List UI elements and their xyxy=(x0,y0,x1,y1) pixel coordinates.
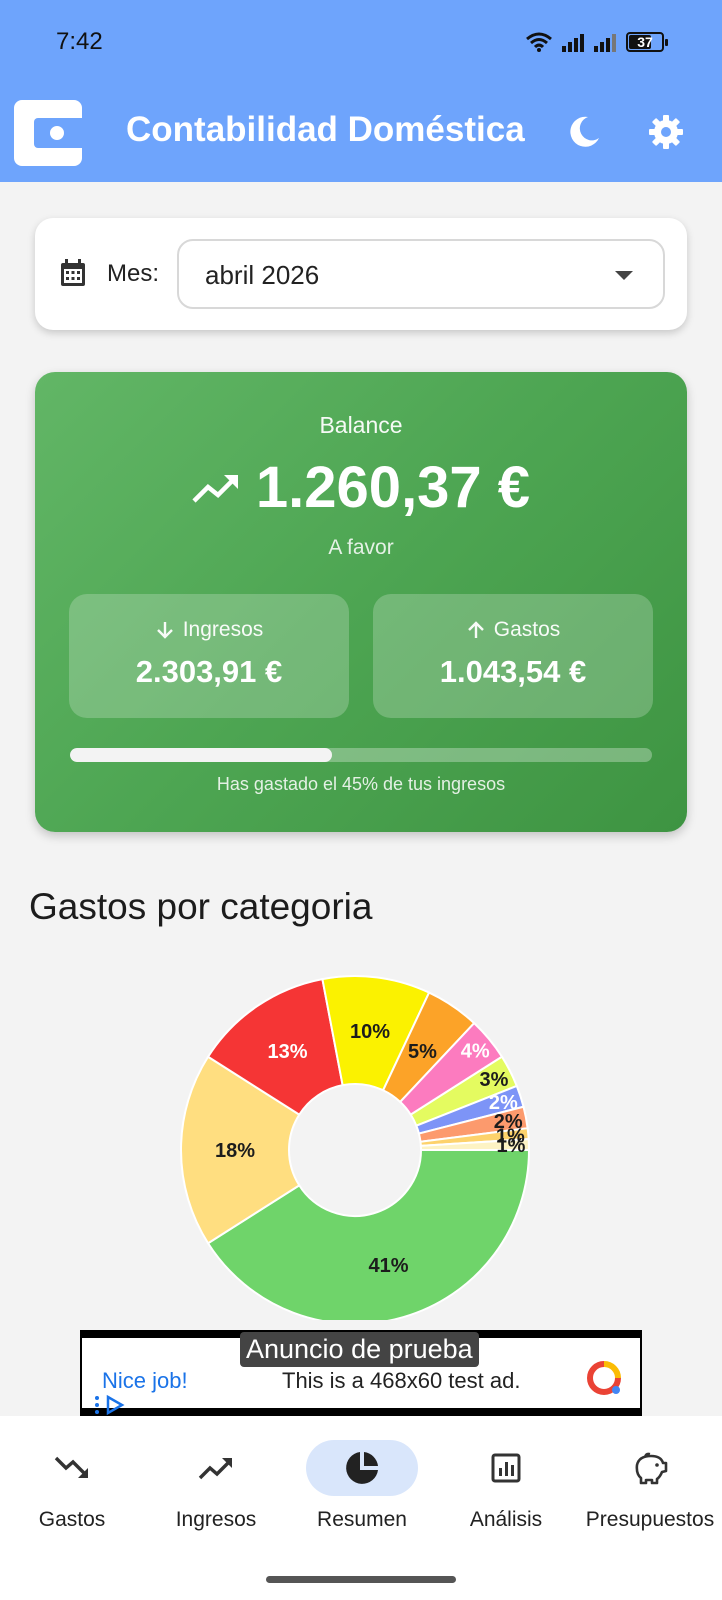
settings-button[interactable] xyxy=(644,110,688,154)
signal-icon xyxy=(562,32,584,52)
app-header: 7:42 37 Contabilidad Doméstica xyxy=(0,0,722,182)
nav-item-presupuestos[interactable]: Presupuestos xyxy=(578,1440,722,1532)
nav-item-gastos[interactable]: Gastos xyxy=(0,1440,144,1532)
spending-progress-fill xyxy=(70,748,332,762)
bottom-navigation: Gastos Ingresos Resumen Análisis Presupu… xyxy=(0,1416,722,1600)
nav-label: Presupuestos xyxy=(585,1508,715,1531)
section-title: Gastos por categoria xyxy=(29,886,373,927)
status-time: 7:42 xyxy=(56,28,103,55)
ad-headline: Nice job! xyxy=(102,1368,188,1393)
nav-label: Ingresos xyxy=(175,1508,257,1531)
nav-label: Resumen xyxy=(317,1508,407,1531)
chevron-down-icon xyxy=(615,271,633,280)
expenses-summary: Gastos 1.043,54 € xyxy=(373,594,653,718)
settings-icon xyxy=(649,115,683,149)
signal-roaming-icon xyxy=(594,32,616,52)
nav-item-ingresos[interactable]: Ingresos xyxy=(144,1440,288,1532)
nav-item-analisis[interactable]: Análisis xyxy=(434,1440,578,1532)
app-title: Contabilidad Doméstica xyxy=(126,110,525,149)
income-label: Ingresos xyxy=(182,618,264,641)
income-value: 2.303,91 € xyxy=(135,654,283,689)
battery-icon: 37 xyxy=(626,32,668,52)
month-selector-card: Mes: abril 2026 xyxy=(35,218,687,330)
month-label: Mes: xyxy=(107,260,160,287)
spending-progress-bar xyxy=(70,748,652,762)
chart-slice-label: 4% xyxy=(461,1041,490,1063)
battery-level: 37 xyxy=(637,34,653,50)
wallet-icon xyxy=(14,100,82,166)
chart-slice-label: 41% xyxy=(368,1255,408,1277)
balance-status: A favor xyxy=(328,536,394,559)
trending-up-icon xyxy=(192,474,238,503)
trending-up-icon xyxy=(198,1458,232,1480)
spending-progress-text: Has gastado el 45% de tus ingresos xyxy=(216,774,506,794)
month-dropdown-value: abril 2026 xyxy=(205,260,320,290)
month-dropdown[interactable]: abril 2026 xyxy=(177,239,665,309)
balance-card: Balance 1.260,37 € A favor Ingresos 2.30… xyxy=(35,372,687,832)
ad-choices-icon[interactable] xyxy=(94,1394,128,1416)
nav-label: Gastos xyxy=(38,1508,106,1531)
ad-logo-icon xyxy=(587,1361,621,1395)
chart-slice-label: 18% xyxy=(215,1140,255,1162)
chart-slice-label: 1% xyxy=(496,1135,525,1157)
dark-mode-icon xyxy=(570,116,599,147)
pie-chart-icon xyxy=(346,1452,378,1484)
analytics-icon xyxy=(491,1453,521,1483)
chart-slice-label: 13% xyxy=(268,1041,308,1063)
nav-item-resumen[interactable]: Resumen xyxy=(290,1440,434,1532)
expenses-label: Gastos xyxy=(493,618,561,641)
arrow-down-icon xyxy=(156,622,173,639)
expenses-donut-chart: 41%18%13%10%5% 4%3%2%2%1%1% xyxy=(180,975,531,1320)
ad-test-label: Anuncio de prueba xyxy=(240,1332,479,1367)
chart-slice-label: 3% xyxy=(480,1069,509,1091)
dark-mode-button[interactable] xyxy=(562,110,606,154)
arrow-up-icon xyxy=(467,621,484,638)
balance-amount-row: 1.260,37 € xyxy=(35,454,687,521)
home-indicator xyxy=(266,1576,456,1583)
balance-amount: 1.260,37 € xyxy=(255,455,531,520)
piggy-bank-icon xyxy=(635,1452,668,1485)
nav-label: Análisis xyxy=(469,1508,543,1531)
trending-down-icon xyxy=(54,1456,88,1478)
ad-text: This is a 468x60 test ad. xyxy=(282,1368,521,1393)
calendar-icon xyxy=(61,259,85,286)
chart-slice-label: 5% xyxy=(408,1041,437,1063)
status-icons: 37 xyxy=(526,30,668,54)
chart-slice-label: 10% xyxy=(350,1021,390,1043)
wifi-icon xyxy=(526,32,552,52)
balance-label: Balance xyxy=(319,412,403,438)
income-summary: Ingresos 2.303,91 € xyxy=(69,594,349,718)
expenses-value: 1.043,54 € xyxy=(439,654,587,689)
